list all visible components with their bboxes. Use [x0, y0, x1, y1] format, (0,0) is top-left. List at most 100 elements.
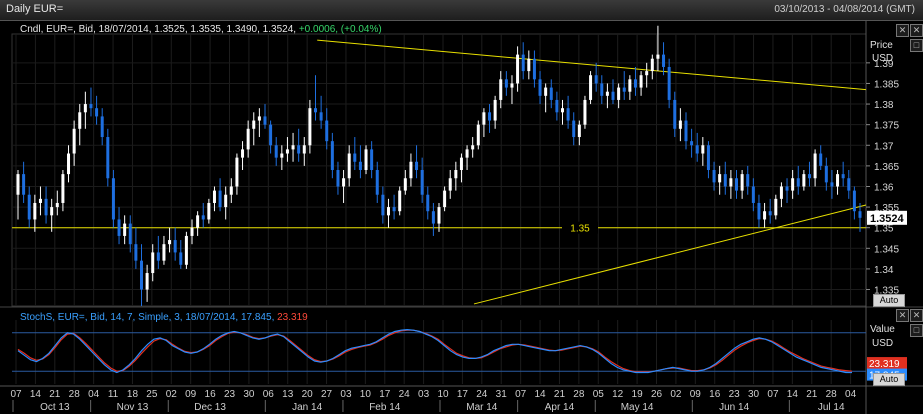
candle-body — [218, 190, 222, 208]
candle-body — [763, 211, 767, 220]
candle-body — [544, 87, 548, 96]
candle-body — [617, 87, 621, 100]
x-tick-label: 24 — [399, 389, 411, 400]
x-tick-label: 05 — [593, 389, 605, 400]
x-tick-label: 09 — [690, 389, 702, 400]
candle-body — [572, 120, 576, 138]
candle-body — [437, 207, 441, 224]
candle-body — [72, 128, 76, 154]
candle-body — [325, 120, 329, 142]
candle-body — [336, 170, 340, 187]
candle-body — [179, 252, 183, 265]
y-tick-label: 1.35 — [874, 224, 894, 235]
candle-body — [650, 58, 654, 72]
candle-body — [605, 91, 609, 96]
candle-body — [656, 54, 660, 59]
candle-body — [718, 174, 722, 183]
candle-body — [538, 79, 542, 96]
candle-body — [499, 79, 503, 100]
candle-body — [426, 194, 430, 212]
x-tick-label: 21 — [49, 389, 61, 400]
candle-body — [723, 174, 727, 187]
y-tick-label: 1.37 — [874, 141, 894, 152]
candle-body — [111, 178, 115, 220]
stochastic-series — [12, 328, 866, 374]
candle-body — [83, 104, 87, 113]
candle-body — [471, 145, 475, 150]
stoch-d-line — [17, 329, 853, 373]
candle-body — [370, 149, 374, 170]
candle-body — [151, 252, 155, 274]
candle-body — [577, 124, 581, 138]
candle-body — [252, 120, 256, 129]
candle-body — [807, 174, 811, 179]
maximize-icon[interactable]: □ — [910, 39, 923, 52]
stoch-maximize-icon[interactable]: □ — [910, 324, 923, 337]
stoch-panel-close-icon[interactable]: ✕ — [910, 309, 923, 322]
candle-body — [454, 170, 458, 179]
x-tick-label: 03 — [340, 389, 352, 400]
candle-body — [667, 66, 671, 100]
x-tick-label: 28 — [573, 389, 585, 400]
candle-body — [791, 178, 795, 191]
close-icon[interactable]: ✕ — [896, 24, 909, 37]
x-tick-label: 28 — [826, 389, 838, 400]
candle-body — [280, 153, 284, 158]
x-tick-label: 23 — [729, 389, 741, 400]
candle-body — [386, 207, 390, 216]
candle-body — [459, 157, 463, 170]
x-tick-label: 09 — [185, 389, 197, 400]
x-tick-label: 02 — [670, 389, 682, 400]
candle-body — [134, 244, 138, 261]
x-tick-label: 21 — [806, 389, 818, 400]
candle-body — [516, 54, 520, 84]
candle-body — [89, 104, 93, 109]
candle-body — [622, 87, 626, 92]
y-tick-label: 1.34 — [874, 265, 894, 276]
chart-window: Daily EUR= 03/10/2013 - 04/08/2014 (GMT)… — [0, 0, 923, 414]
candle-body — [852, 190, 856, 212]
candle-body — [589, 75, 593, 100]
window-title: Daily EUR= — [6, 3, 64, 15]
candle-body — [398, 190, 402, 212]
candle-body — [751, 186, 755, 203]
candle-body — [510, 83, 514, 88]
candle-body — [712, 170, 716, 183]
price-axis-unit: USD — [872, 53, 894, 64]
y-tick-label: 1.38 — [874, 100, 894, 111]
x-month-label: Feb 14 — [369, 402, 401, 413]
candle-body — [308, 108, 312, 146]
x-tick-label: 18 — [127, 389, 139, 400]
stoch-close-icon[interactable]: ✕ — [896, 309, 909, 322]
candle-body — [673, 99, 677, 129]
candle-body — [628, 79, 632, 92]
x-tick-label: 13 — [282, 389, 294, 400]
chart-canvas[interactable]: 1.35 07 14 21 28 04 11 18 25 02 09 16 23 30 06 13 20 27 0… — [0, 20, 923, 414]
x-tick-label: 14 — [30, 389, 42, 400]
x-tick-label: 17 — [457, 389, 469, 400]
x-tick-label: 07 — [10, 389, 22, 400]
candle-body — [106, 137, 110, 179]
x-tick-label: 30 — [243, 389, 255, 400]
candle-body — [168, 240, 172, 245]
x-tick-label: 04 — [88, 389, 100, 400]
candle-body — [50, 207, 54, 216]
candle-body — [162, 244, 166, 261]
x-tick-label: 11 — [108, 389, 119, 400]
candle-body — [246, 128, 250, 150]
candle-body — [443, 190, 447, 208]
price-auto-button[interactable]: Auto — [873, 294, 905, 307]
x-month-label: May 14 — [621, 402, 654, 413]
stoch-d-value: 23.319 — [277, 312, 308, 323]
candle-body — [285, 149, 289, 154]
x-month-label: Apr 14 — [545, 402, 575, 413]
stoch-auto-button[interactable]: Auto — [873, 373, 905, 386]
candle-body — [291, 145, 295, 150]
candle-body — [729, 178, 733, 187]
candle-body — [639, 75, 643, 88]
panel-close-icon[interactable]: ✕ — [910, 24, 923, 37]
candle-body — [269, 124, 273, 146]
price-legend: Cndl, EUR=, Bid, 18/07/2014, 1.3525, 1.3… — [20, 24, 382, 35]
x-tick-label: 16 — [205, 389, 217, 400]
candle-body — [555, 99, 559, 113]
